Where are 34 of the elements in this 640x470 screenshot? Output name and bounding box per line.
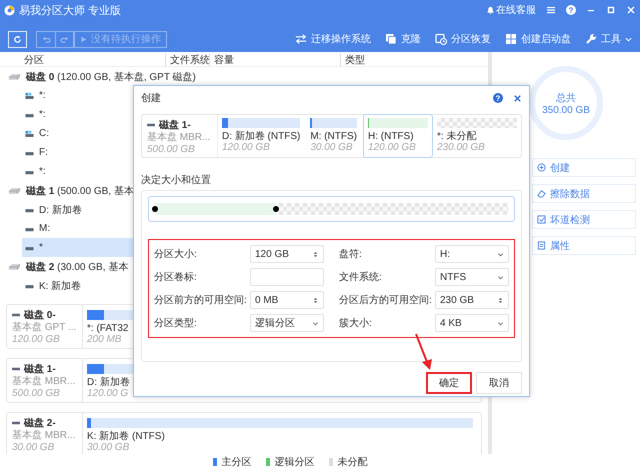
legend-label: 主分区 xyxy=(222,456,252,469)
disk-name: 磁盘 0- xyxy=(24,308,56,322)
field-label: 分区前方的可用空间: xyxy=(154,294,248,307)
disk-name: 磁盘 2- xyxy=(24,416,56,430)
partition-label: D: 新加卷 xyxy=(87,377,131,388)
disk-type: 基本盘 MBR... xyxy=(12,376,76,388)
disk-size: 500.00 GB xyxy=(147,144,196,156)
dialog-title: 创建 xyxy=(141,92,161,105)
partition-label: *: (FAT32 xyxy=(87,323,130,334)
partition-label: K: 新加卷 (NTFS) xyxy=(87,431,166,442)
disk-size: 30.00 GB xyxy=(12,442,56,454)
partition-size: 120.00 G xyxy=(87,388,130,400)
legend-label: 逻辑分区 xyxy=(274,456,314,469)
total-value: 350.00 GB xyxy=(542,104,590,116)
total-label: 总共 xyxy=(556,92,576,104)
partition-size: 30.00 GB xyxy=(87,442,130,454)
field-label: 簇大小: xyxy=(339,316,373,330)
section-title: 决定大小和位置 xyxy=(141,174,212,187)
field-label: 盘符: xyxy=(339,248,363,261)
partition-size: 200 MB xyxy=(87,334,122,346)
disk-type: 基本盘 MBR... xyxy=(147,132,212,144)
legend-label: 未分配 xyxy=(338,456,368,469)
disk-size: 120.00 GB xyxy=(12,334,61,346)
window-title: 易我分区大师 专业版 xyxy=(19,4,122,18)
field-label: 分区卷标: xyxy=(154,270,198,284)
disk-type: 基本盘 MBR... xyxy=(12,430,76,442)
disk-size: 500.00 GB xyxy=(12,388,61,400)
disk-type: 基本盘 GPT ... xyxy=(12,322,78,334)
field-label: 分区大小: xyxy=(154,248,198,261)
disk-name: 磁盘 1- xyxy=(24,362,56,376)
disk-name: 磁盘 1- xyxy=(159,118,191,132)
field-label: 分区后方的可用空间: xyxy=(339,294,433,307)
field-label: 文件系统: xyxy=(339,270,383,284)
field-label: 分区类型: xyxy=(154,316,198,330)
